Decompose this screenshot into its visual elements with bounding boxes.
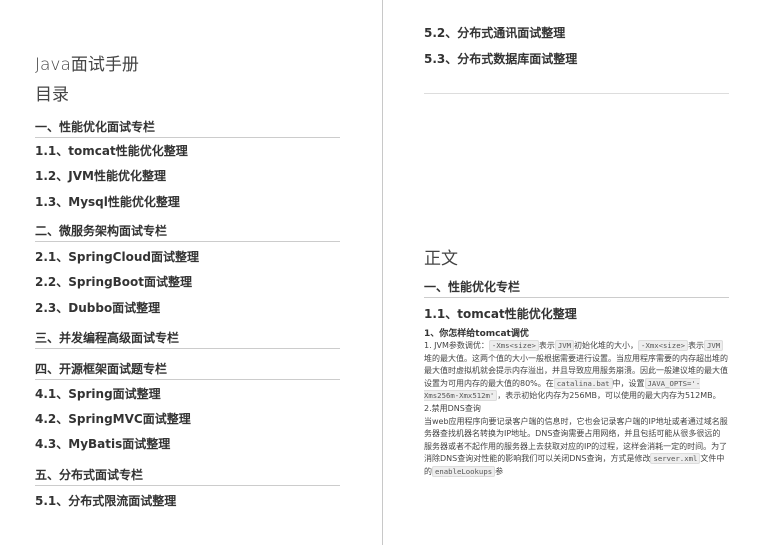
toc-item-springboot[interactable]: 2.2、SpringBoot面试整理 — [35, 273, 192, 290]
subsection-title: 1.1、tomcat性能优化整理 — [424, 307, 577, 321]
code-catalina-bat: catalina.bat — [553, 377, 613, 389]
toc-item-mysql[interactable]: 1.3、Mysql性能优化整理 — [35, 193, 180, 210]
toc-section-performance[interactable]: 一、性能优化面试专栏 — [35, 118, 340, 138]
code-jvm: JVM — [703, 340, 724, 351]
toc-title: 目录 — [35, 85, 69, 105]
toc-item-dubbo[interactable]: 2.3、Dubbo面试整理 — [35, 299, 160, 316]
toc-item-rate-limiting[interactable]: 5.1、分布式限流面试整理 — [35, 492, 176, 509]
code-server-xml: server.xml — [650, 453, 701, 465]
toc-section-concurrency[interactable]: 三、并发编程高级面试专栏 — [35, 329, 340, 349]
paragraph-dns-title: 2.禁用DNS查询 — [424, 403, 481, 413]
toc-item-springmvc[interactable]: 4.2、SpringMVC面试整理 — [35, 410, 191, 427]
toc-item-mybatis[interactable]: 4.3、MyBatis面试整理 — [35, 435, 170, 452]
question-title: 1、你怎样给tomcat调优 — [424, 329, 529, 339]
code-enable-lookups: enableLookups — [432, 465, 496, 477]
toc-item-communication[interactable]: 5.2、分布式通讯面试整理 — [424, 24, 565, 41]
toc-item-springcloud[interactable]: 2.1、SpringCloud面试整理 — [35, 248, 199, 265]
section-divider — [424, 93, 729, 94]
toc-item-jvm[interactable]: 1.2、JVM性能优化整理 — [35, 167, 166, 184]
body-heading: 正文 — [424, 249, 458, 269]
toc-item-tomcat[interactable]: 1.1、tomcat性能优化整理 — [35, 142, 188, 159]
code-xms: -Xms<size> — [488, 340, 539, 351]
section-title: 一、性能优化专栏 — [424, 278, 729, 298]
body-text: 1. JVM参数调优： -Xms<size> 表示 JVM 初始化堆的大小， -Xmx<s… — [424, 340, 728, 479]
toc-item-database[interactable]: 5.3、分布式数据库面试整理 — [424, 50, 577, 67]
toc-section-distributed[interactable]: 五、分布式面试专栏 — [35, 466, 340, 486]
right-page: 5.2、分布式通讯面试整理 5.3、分布式数据库面试整理 正文 一、性能优化专栏… — [384, 0, 769, 545]
paragraph-jvm-tuning: 1. JVM参数调优： -Xms<size> 表示 JVM 初始化堆的大小， -Xmx<s… — [424, 340, 728, 402]
toc-section-frameworks[interactable]: 四、开源框架面试题专栏 — [35, 360, 340, 380]
document-title: Java面试手册 — [35, 55, 139, 75]
page-divider — [382, 0, 383, 545]
code-xmx: -Xmx<size> — [638, 340, 688, 351]
toc-item-spring[interactable]: 4.1、Spring面试整理 — [35, 385, 161, 402]
toc-section-microservices[interactable]: 二、微服务架构面试专栏 — [35, 222, 340, 242]
left-page: Java面试手册 目录 一、性能优化面试专栏 1.1、tomcat性能优化整理 … — [0, 0, 382, 545]
code-jvm: JVM — [554, 340, 575, 351]
paragraph-dns: 当web应用程序向要记录客户端的信息时，它也会记录客户端的IP地址或者通过域名服… — [424, 416, 728, 477]
